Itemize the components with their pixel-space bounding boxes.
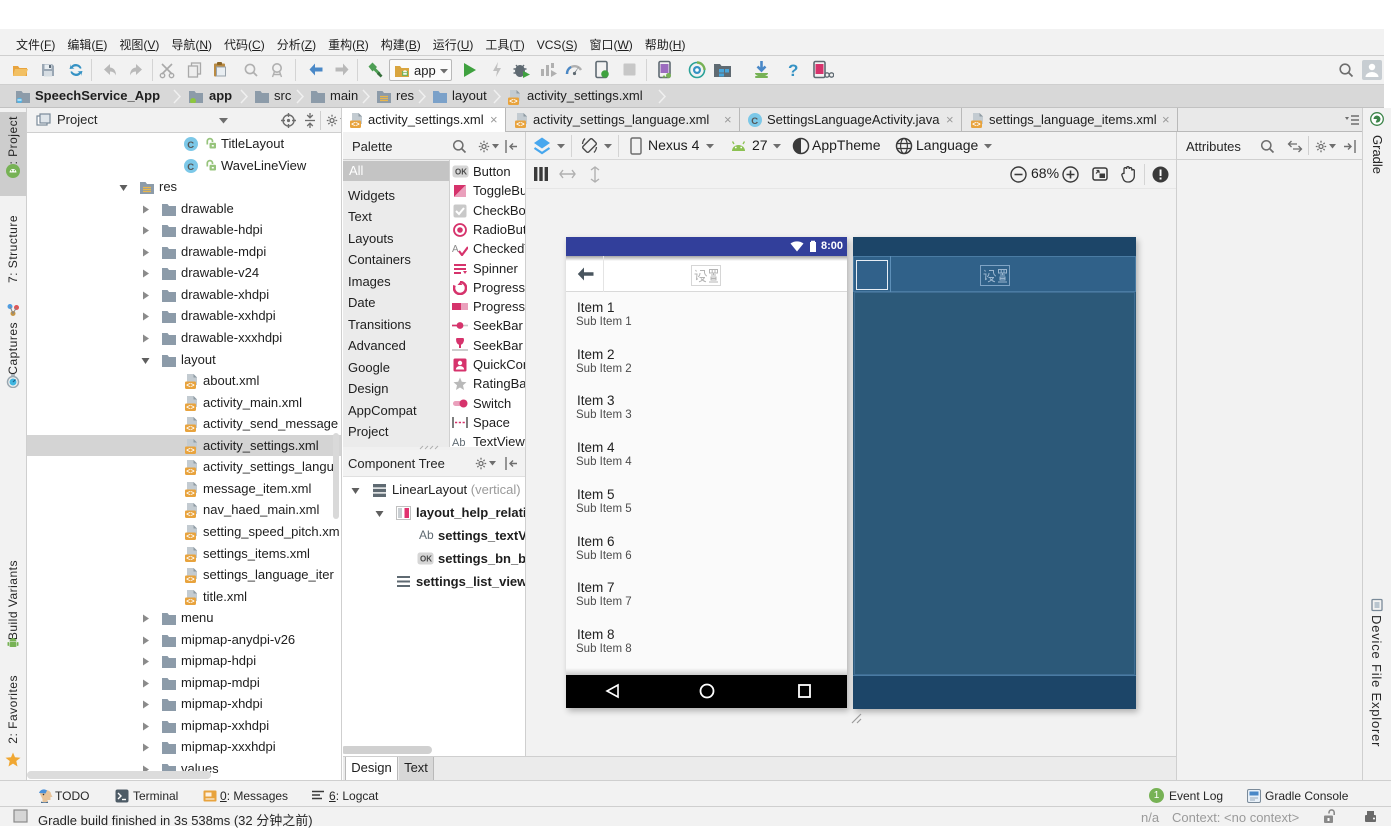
svg-text:Ab: Ab	[452, 437, 465, 447]
svg-text:A: A	[452, 244, 459, 255]
svg-text:<>: <>	[186, 555, 194, 561]
svg-text:<>: <>	[186, 533, 194, 539]
svg-text:<>: <>	[186, 404, 194, 410]
svg-text:<>: <>	[186, 512, 194, 518]
svg-text:<>: <>	[186, 383, 194, 389]
svg-text:C: C	[751, 116, 758, 127]
svg-text:<>: <>	[509, 99, 517, 105]
svg-text:C: C	[187, 140, 194, 151]
svg-text:<>: <>	[186, 490, 194, 496]
svg-text:<>: <>	[516, 122, 524, 128]
svg-text:<>: <>	[972, 122, 980, 128]
svg-text:<>: <>	[186, 469, 194, 475]
svg-text:C: C	[187, 161, 194, 172]
svg-text:<>: <>	[186, 447, 194, 453]
svg-text:OK: OK	[455, 168, 467, 177]
svg-text:OK: OK	[420, 555, 432, 564]
svg-text:<>: <>	[186, 426, 194, 432]
svg-text:<>: <>	[186, 577, 194, 583]
svg-text:<>: <>	[351, 122, 359, 128]
svg-text:<>: <>	[186, 598, 194, 604]
